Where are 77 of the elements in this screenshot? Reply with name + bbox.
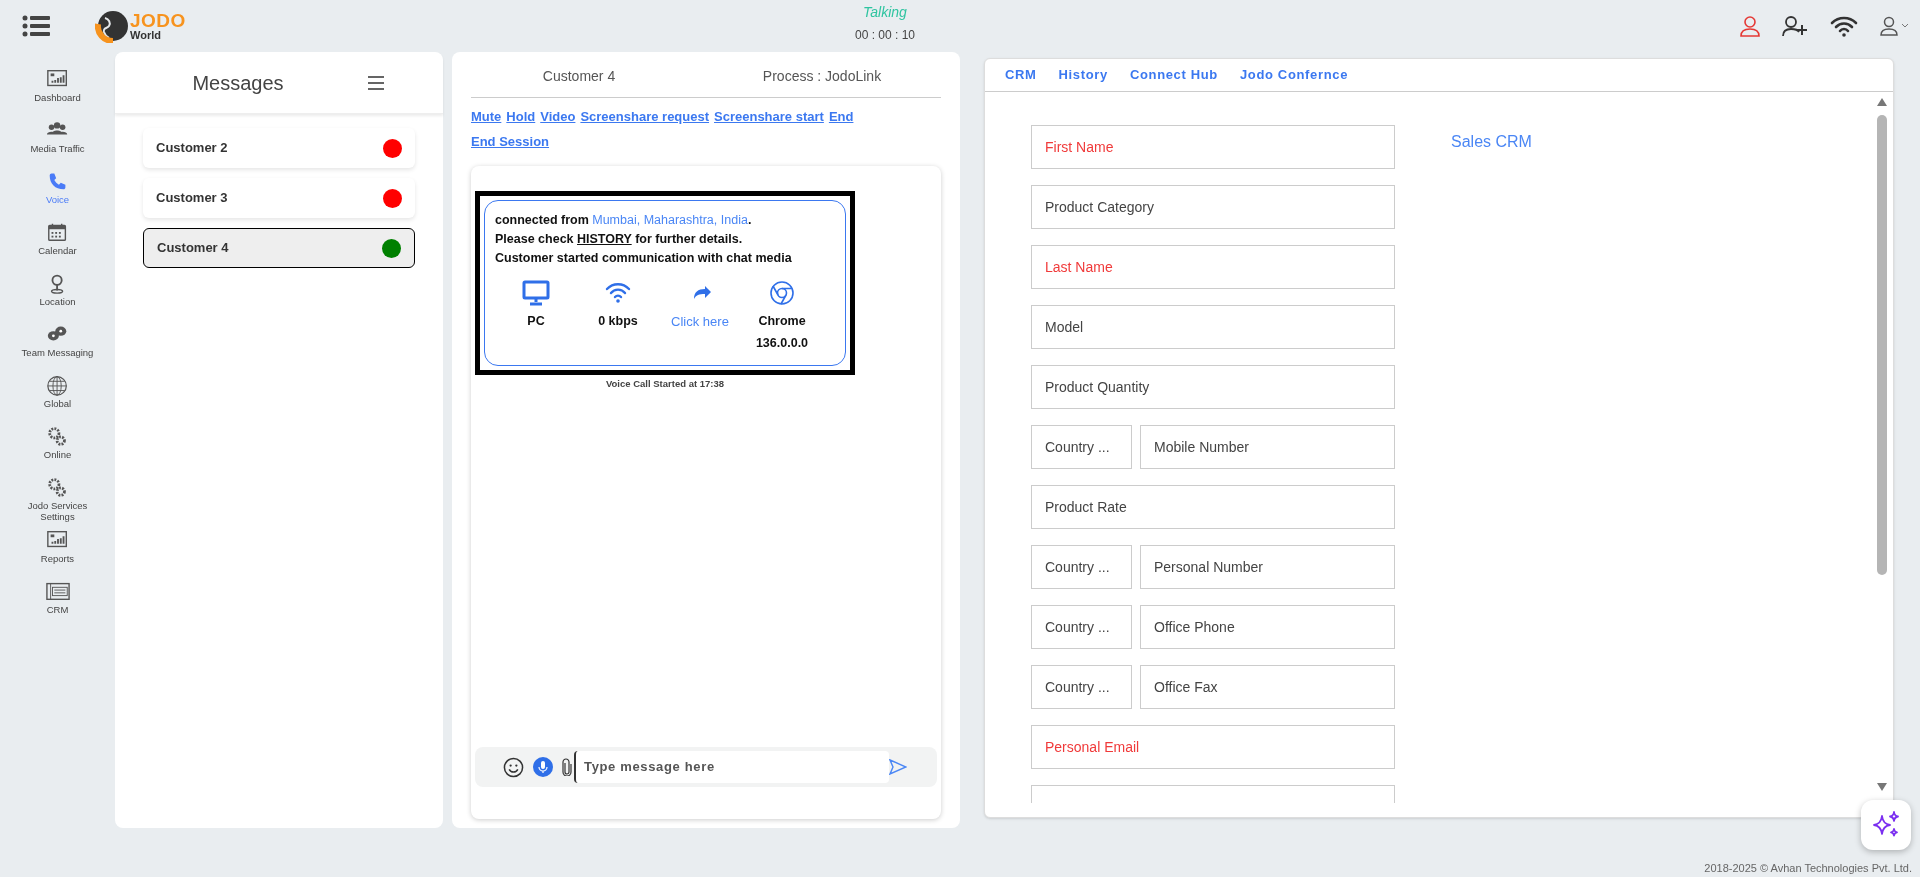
input-field[interactable]: Office Phone: [1140, 605, 1395, 649]
globe-logo-icon: [95, 9, 129, 43]
action-link[interactable]: Hold: [506, 106, 536, 128]
crm-tab[interactable]: Jodo Confernce: [1239, 65, 1348, 85]
country-code-field[interactable]: Country ...: [1031, 425, 1132, 469]
monitor-icon: [522, 280, 550, 306]
call-timer: 00 : 00 : 10: [854, 27, 915, 44]
input-field[interactable]: Personal Email: [1031, 725, 1395, 769]
globe-icon: [45, 374, 70, 396]
sidebar-item[interactable]: Global: [5, 374, 110, 418]
panel-title: Messages: [191, 70, 285, 96]
form-title: Sales CRM: [1451, 133, 1532, 150]
click-here-link[interactable]: Click here: [671, 312, 729, 332]
browser-icon: [768, 280, 796, 306]
copyright-text: 2018-2025 © Avhan Technologies Pvt. Ltd.: [1704, 860, 1912, 876]
crm-tab[interactable]: CRM: [1005, 65, 1037, 85]
input-field[interactable]: Product Category: [1031, 185, 1395, 229]
input-field[interactable]: Last Name: [1031, 245, 1395, 289]
customer-name: Customer 4: [541, 67, 617, 86]
message-text: connected from Mumbai, Maharashtra, India. Please check HISTORY for further details. Customer started communication with chat media: [495, 212, 793, 267]
process-name: Process : JodoLink: [761, 67, 883, 86]
sidebar-item[interactable]: Dashboard: [5, 68, 110, 112]
microphone-icon[interactable]: [533, 757, 553, 777]
add-user-icon[interactable]: [1782, 15, 1808, 37]
logo-subtitle: World: [130, 30, 162, 41]
sidebar-item[interactable]: Reports: [5, 529, 110, 573]
event-text: Voice Call Started at 17:38: [605, 376, 725, 391]
input-field[interactable]: First Name: [1031, 125, 1395, 169]
down-arrow-icon[interactable]: [1877, 783, 1887, 791]
action-link[interactable]: Video: [540, 106, 576, 128]
history-link[interactable]: HISTORY: [577, 232, 632, 246]
conversation-item[interactable]: Customer 3: [143, 178, 415, 218]
country-code-field[interactable]: Country ...: [1031, 545, 1132, 589]
input-field[interactable]: Personal Number: [1140, 545, 1395, 589]
input-field[interactable]: Product Rate: [1031, 485, 1395, 529]
sidebar-item[interactable]: Calendar: [5, 221, 110, 265]
sidebar-item[interactable]: Online: [5, 425, 110, 469]
input-field[interactable]: Mobile Number: [1140, 425, 1395, 469]
up-arrow-icon[interactable]: [1877, 98, 1887, 106]
menu-icon[interactable]: [22, 15, 50, 37]
input-field[interactable]: Office Fax: [1140, 665, 1395, 709]
sidebar-item[interactable]: CRM: [5, 580, 110, 624]
country-code-field[interactable]: Country ...: [1031, 665, 1132, 709]
crm-tab[interactable]: History: [1058, 65, 1108, 85]
crm-tab[interactable]: Connect Hub: [1129, 65, 1218, 85]
device-label: PC: [527, 313, 545, 330]
conversation-item[interactable]: Customer 2: [143, 128, 415, 168]
user-menu-icon[interactable]: [1880, 16, 1910, 36]
action-link[interactable]: Screenshare start: [714, 106, 824, 128]
menu-icon[interactable]: [368, 75, 384, 90]
country-code-field[interactable]: Country ...: [1031, 605, 1132, 649]
input-field[interactable]: Product Quantity: [1031, 365, 1395, 409]
sidebar-item[interactable]: Media Traffic: [5, 119, 110, 163]
device-label: 0 kbps: [598, 313, 638, 330]
sidebar-item[interactable]: Jodo Services Settings: [5, 476, 110, 522]
logo-title: JODO: [130, 11, 186, 30]
input-field[interactable]: Model: [1031, 305, 1395, 349]
window-icon: [45, 580, 70, 602]
smiley-icon[interactable]: [503, 756, 524, 778]
user-icon[interactable]: [1740, 15, 1760, 37]
action-link[interactable]: End Session: [471, 131, 550, 153]
send-icon[interactable]: [889, 759, 907, 775]
version-label: 136.0.0.0: [755, 334, 809, 352]
call-status: Talking: [863, 3, 907, 22]
sparkles-icon[interactable]: [1861, 800, 1911, 850]
action-link[interactable]: End: [828, 106, 854, 128]
message-input[interactable]: Type message here: [574, 751, 889, 783]
conversation-item[interactable]: Customer 4: [143, 228, 415, 268]
wifi-icon: [604, 280, 632, 306]
scrollbar-thumb[interactable]: [1877, 115, 1887, 575]
device-label: Chrome: [758, 313, 806, 330]
action-link[interactable]: Screenshare request: [580, 106, 710, 128]
sidebar-item[interactable]: Team Messaging: [5, 323, 110, 367]
paperclip-icon[interactable]: [562, 758, 572, 776]
sidebar-item[interactable]: Location: [5, 272, 110, 316]
action-link[interactable]: Mute: [471, 106, 502, 128]
wifi-icon[interactable]: [1830, 15, 1858, 37]
